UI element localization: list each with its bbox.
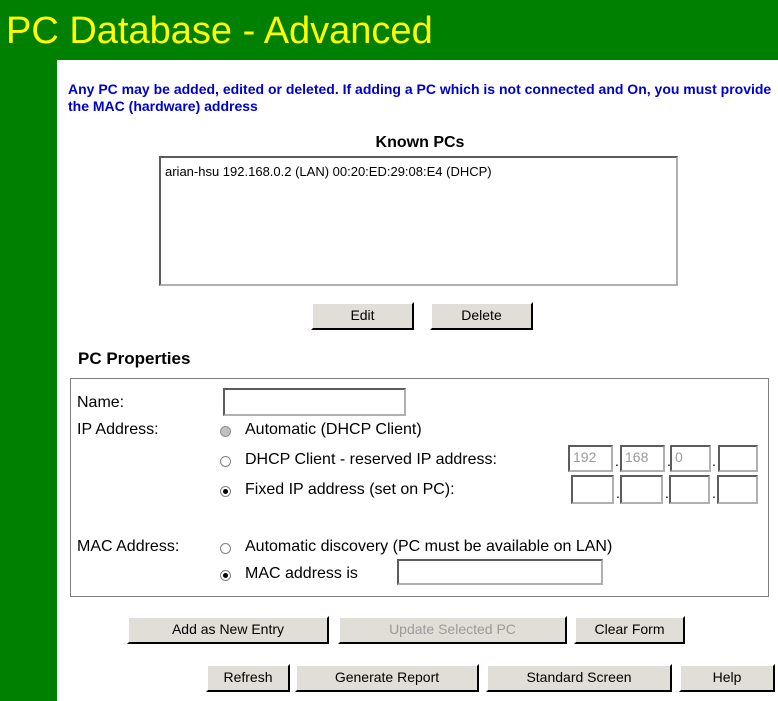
mac-address-field[interactable]: [397, 559, 603, 585]
mac-manual-radio[interactable]: [220, 570, 231, 581]
ip-reserved-label: DHCP Client - reserved IP address:: [245, 451, 497, 468]
refresh-button[interactable]: Refresh: [206, 664, 290, 692]
header-bar: PC Database - Advanced: [0, 0, 778, 60]
fixed-ip-octet-1[interactable]: [571, 475, 614, 504]
ip-dot: .: [615, 453, 619, 469]
ip-dot: .: [712, 485, 716, 501]
delete-button[interactable]: Delete: [430, 302, 533, 330]
known-pcs-title: Known PCs: [375, 134, 465, 151]
fixed-ip-octet-3[interactable]: [669, 475, 710, 504]
reserved-ip-octet-4[interactable]: [718, 445, 758, 472]
mac-manual-label: MAC address is: [245, 565, 358, 582]
left-sidebar: [0, 60, 57, 701]
add-entry-button[interactable]: Add as New Entry: [127, 616, 329, 644]
ip-automatic-radio[interactable]: [220, 426, 231, 437]
name-label: Name:: [77, 394, 125, 411]
reserved-ip-octet-2[interactable]: 168: [620, 445, 665, 472]
reserved-ip-octet-1[interactable]: 192: [568, 445, 613, 472]
mac-address-label: MAC Address:: [77, 538, 180, 555]
known-pc-item[interactable]: arian-hsu 192.168.0.2 (LAN) 00:20:ED:29:…: [165, 164, 672, 179]
intro-text: Any PC may be added, edited or deleted. …: [68, 81, 772, 114]
help-button[interactable]: Help: [679, 664, 775, 692]
fixed-ip-octet-4[interactable]: [717, 475, 758, 504]
fixed-ip-octet-2[interactable]: [620, 475, 663, 504]
known-pcs-list[interactable]: arian-hsu 192.168.0.2 (LAN) 00:20:ED:29:…: [159, 156, 678, 286]
generate-report-button[interactable]: Generate Report: [295, 664, 479, 692]
ip-fixed-radio[interactable]: [220, 486, 231, 497]
ip-address-label: IP Address:: [77, 421, 159, 438]
ip-reserved-radio[interactable]: [220, 456, 231, 467]
ip-fixed-label: Fixed IP address (set on PC):: [245, 481, 455, 498]
mac-auto-radio[interactable]: [220, 543, 231, 554]
pc-properties-panel: Name: IP Address: Automatic (DHCP Client…: [70, 378, 769, 597]
pc-properties-title: PC Properties: [78, 349, 191, 368]
ip-dot: .: [712, 453, 716, 469]
ip-automatic-label: Automatic (DHCP Client): [245, 421, 422, 438]
name-field[interactable]: [223, 388, 406, 416]
edit-button[interactable]: Edit: [311, 302, 414, 330]
update-selected-button[interactable]: Update Selected PC: [338, 616, 567, 644]
standard-screen-button[interactable]: Standard Screen: [486, 664, 672, 692]
reserved-ip-octet-3[interactable]: 0: [670, 445, 711, 472]
mac-auto-label: Automatic discovery (PC must be availabl…: [245, 538, 613, 555]
clear-form-button[interactable]: Clear Form: [574, 616, 685, 644]
page-title: PC Database - Advanced: [6, 10, 433, 52]
